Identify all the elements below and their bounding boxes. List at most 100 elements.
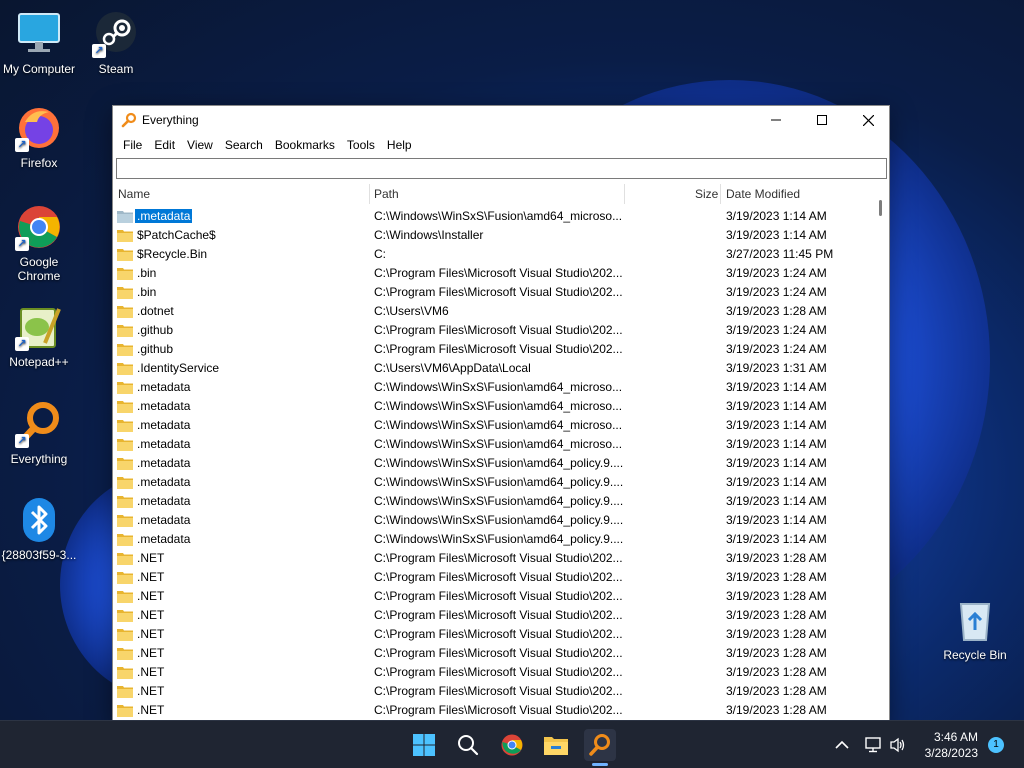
- menu-view[interactable]: View: [181, 138, 219, 152]
- desktop-icon-steam[interactable]: ↗ Steam: [77, 10, 155, 76]
- result-row[interactable]: .metadata C:\Windows\WinSxS\Fusion\amd64_…: [113, 454, 873, 473]
- result-row[interactable]: .NET C:\Program Files\Microsoft Visual St…: [113, 625, 873, 644]
- result-row[interactable]: .metadata C:\Windows\WinSxS\Fusion\amd64_…: [113, 416, 873, 435]
- results-list: .metadata C:\Windows\WinSxS\Fusion\amd64_…: [113, 207, 873, 720]
- menu-file[interactable]: File: [117, 138, 148, 152]
- result-name: .NET: [137, 608, 165, 622]
- result-path: C:\Windows\WinSxS\Fusion\amd64_microso..…: [374, 380, 623, 394]
- result-row[interactable]: .metadata C:\Windows\WinSxS\Fusion\amd64_…: [113, 473, 873, 492]
- column-divider[interactable]: [624, 184, 625, 204]
- result-row[interactable]: .metadata C:\Windows\WinSxS\Fusion\amd64_…: [113, 530, 873, 549]
- column-header-name[interactable]: Name: [118, 187, 150, 201]
- vertical-scrollbar[interactable]: [875, 184, 887, 724]
- column-divider[interactable]: [369, 184, 370, 204]
- result-row[interactable]: .github C:\Program Files\Microsoft Visual…: [113, 321, 873, 340]
- result-date-modified: 3/19/2023 1:28 AM: [726, 646, 827, 660]
- maximize-button[interactable]: [799, 106, 845, 134]
- result-row[interactable]: .metadata C:\Windows\WinSxS\Fusion\amd64_…: [113, 207, 873, 226]
- result-row[interactable]: .metadata C:\Windows\WinSxS\Fusion\amd64_…: [113, 511, 873, 530]
- folder-icon: [117, 249, 133, 261]
- result-row[interactable]: .dotnet C:\Users\VM6 3/19/2023 1:28 AM: [113, 302, 873, 321]
- monitor-icon: [18, 13, 60, 52]
- result-row[interactable]: $PatchCache$ C:\Windows\Installer 3/19/202…: [113, 226, 873, 245]
- column-header-path[interactable]: Path: [374, 187, 399, 201]
- result-row[interactable]: $Recycle.Bin C: 3/27/2023 11:45 PM: [113, 245, 873, 264]
- result-name: .metadata: [133, 208, 194, 224]
- windows-logo-icon: [413, 734, 435, 756]
- title-bar[interactable]: Everything: [113, 106, 889, 134]
- search-input[interactable]: [116, 158, 887, 179]
- clock-time: 3:46 AM: [933, 730, 978, 744]
- desktop-icon-everything[interactable]: ↗ Everything: [0, 400, 78, 466]
- desktop-icon-firefox[interactable]: ↗ Firefox: [0, 104, 78, 170]
- column-header-size[interactable]: Size: [695, 187, 718, 201]
- result-path: C:\Program Files\Microsoft Visual Studio…: [374, 589, 623, 603]
- menu-bookmarks[interactable]: Bookmarks: [269, 138, 341, 152]
- result-path: C:\Program Files\Microsoft Visual Studio…: [374, 665, 623, 679]
- result-row[interactable]: .NET C:\Program Files\Microsoft Visual St…: [113, 644, 873, 663]
- folder-icon: [117, 306, 133, 318]
- start-button[interactable]: [408, 729, 440, 761]
- result-row[interactable]: .IdentityService C:\Users\VM6\AppData\Loc…: [113, 359, 873, 378]
- result-row[interactable]: .NET C:\Program Files\Microsoft Visual St…: [113, 549, 873, 568]
- result-row[interactable]: .metadata C:\Windows\WinSxS\Fusion\amd64_…: [113, 397, 873, 416]
- show-hidden-icons-button[interactable]: [826, 729, 858, 761]
- folder-icon: [117, 591, 133, 603]
- result-path: C:\Windows\WinSxS\Fusion\amd64_microso..…: [374, 399, 623, 413]
- result-row[interactable]: .metadata C:\Windows\WinSxS\Fusion\amd64_…: [113, 435, 873, 454]
- notification-badge[interactable]: 1: [988, 737, 1004, 753]
- menu-help[interactable]: Help: [381, 138, 418, 152]
- result-row[interactable]: .github C:\Program Files\Microsoft Visual…: [113, 340, 873, 359]
- result-row[interactable]: .bin C:\Program Files\Microsoft Visual St…: [113, 264, 873, 283]
- result-name: .metadata: [137, 475, 191, 489]
- result-name: .github: [137, 323, 174, 337]
- desktop-icon-google-chrome[interactable]: ↗ Google Chrome: [0, 203, 78, 283]
- desktop-icon-label: My Computer: [2, 62, 76, 76]
- desktop-icon-label: Everything: [10, 452, 68, 466]
- taskbar-search-button[interactable]: [452, 729, 484, 761]
- result-name: .NET: [137, 589, 165, 603]
- minimize-button[interactable]: [753, 106, 799, 134]
- scrollbar-thumb[interactable]: [879, 200, 882, 216]
- menu-tools[interactable]: Tools: [341, 138, 381, 152]
- result-row[interactable]: .NET C:\Program Files\Microsoft Visual St…: [113, 701, 873, 720]
- taskbar-everything[interactable]: [584, 729, 616, 766]
- column-divider[interactable]: [720, 184, 721, 204]
- desktop-icon-recycle-bin[interactable]: Recycle Bin: [936, 596, 1014, 662]
- clock-date: 3/28/2023: [924, 746, 978, 760]
- desktop-icon-notepad-plus-plus[interactable]: ↗ Notepad++: [0, 303, 78, 369]
- result-date-modified: 3/19/2023 1:28 AM: [726, 665, 827, 679]
- result-row[interactable]: .metadata C:\Windows\WinSxS\Fusion\amd64_…: [113, 492, 873, 511]
- menu-search[interactable]: Search: [219, 138, 269, 152]
- network-icon: [865, 737, 881, 753]
- menu-edit[interactable]: Edit: [148, 138, 181, 152]
- taskbar-clock[interactable]: 3:46 AM 3/28/2023: [925, 729, 978, 761]
- result-name: .NET: [137, 703, 165, 717]
- column-header-date-modified[interactable]: Date Modified: [726, 187, 800, 201]
- result-name: .NET: [137, 570, 165, 584]
- folder-icon: [117, 667, 133, 679]
- desktop-icon-bluetooth[interactable]: {28803f59-3...: [0, 496, 78, 562]
- result-row[interactable]: .NET C:\Program Files\Microsoft Visual St…: [113, 568, 873, 587]
- result-row[interactable]: .NET C:\Program Files\Microsoft Visual St…: [113, 663, 873, 682]
- result-date-modified: 3/19/2023 1:28 AM: [726, 589, 827, 603]
- result-row[interactable]: .bin C:\Program Files\Microsoft Visual St…: [113, 283, 873, 302]
- result-row[interactable]: .NET C:\Program Files\Microsoft Visual St…: [113, 682, 873, 701]
- folder-icon: [117, 401, 133, 413]
- result-path: C:\Windows\WinSxS\Fusion\amd64_policy.9.…: [374, 513, 624, 527]
- everything-window: Everything File Edit View Search Bookmar…: [112, 105, 890, 725]
- close-button[interactable]: [845, 106, 889, 134]
- taskbar-file-explorer[interactable]: [540, 729, 572, 761]
- result-row[interactable]: .metadata C:\Windows\WinSxS\Fusion\amd64_…: [113, 378, 873, 397]
- desktop-icon-label: Recycle Bin: [943, 648, 1007, 662]
- recycle-bin-icon: [959, 603, 991, 641]
- desktop-icon-my-computer[interactable]: My Computer: [0, 10, 78, 76]
- result-row[interactable]: .NET C:\Program Files\Microsoft Visual St…: [113, 587, 873, 606]
- result-date-modified: 3/19/2023 1:14 AM: [726, 228, 827, 242]
- result-name: .metadata: [137, 494, 191, 508]
- result-path: C:\Program Files\Microsoft Visual Studio…: [374, 266, 623, 280]
- volume-button[interactable]: [882, 729, 914, 761]
- result-path: C:\Program Files\Microsoft Visual Studio…: [374, 570, 623, 584]
- result-row[interactable]: .NET C:\Program Files\Microsoft Visual St…: [113, 606, 873, 625]
- taskbar-chrome[interactable]: [496, 729, 528, 761]
